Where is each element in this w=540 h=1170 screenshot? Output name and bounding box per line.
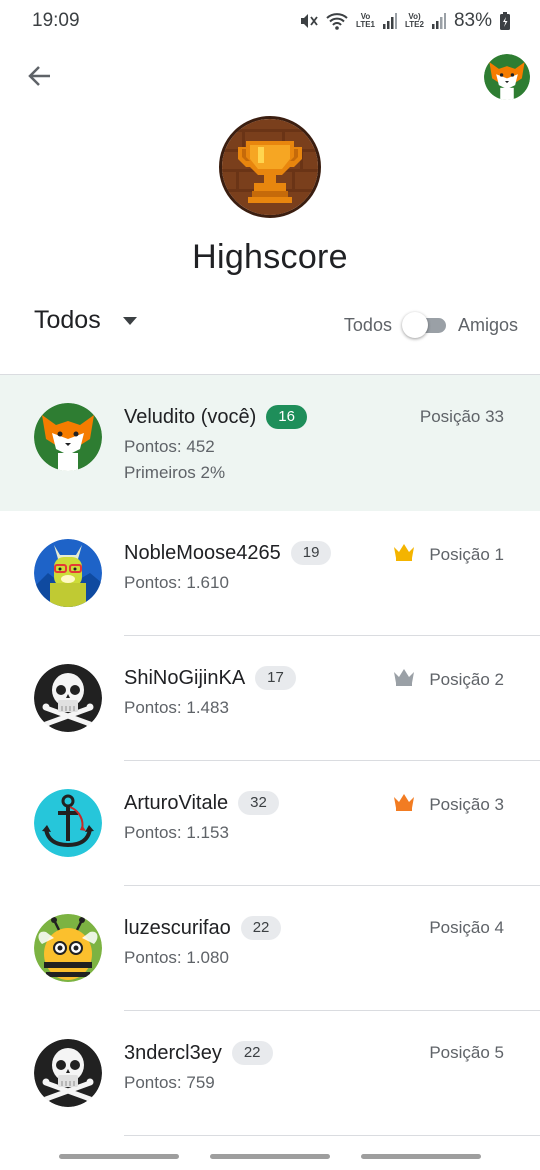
player-name-line: 3ndercl3ey 22	[124, 1041, 273, 1065]
status-icons: Vo LTE1 Vo) LTE2 83%	[298, 10, 510, 32]
player-rank: Posição 33	[420, 407, 504, 427]
nav-recents-button[interactable]	[59, 1154, 179, 1159]
leaderboard-row-current-user[interactable]: Veludito (você) 16 Pontos: 452 Primeiros…	[0, 375, 540, 511]
level-badge: 19	[290, 541, 332, 565]
player-rank: Posição 3	[393, 793, 504, 816]
leaderboard-list: Veludito (você) 16 Pontos: 452 Primeiros…	[0, 375, 540, 1136]
leaderboard-row[interactable]: NobleMoose4265 19 Pontos: 1.610 Posição …	[0, 511, 540, 636]
bee-avatar-icon	[34, 914, 102, 982]
silver-crown-icon	[393, 668, 415, 691]
lte1-bottom-label: LTE1	[356, 20, 375, 29]
player-name-line: luzescurifao 22	[124, 916, 282, 940]
friends-toggle-group: Todos Amigos	[344, 310, 518, 340]
dropdown-arrow-icon	[122, 312, 137, 330]
battery-percentage: 83%	[453, 10, 492, 31]
llama-avatar	[34, 539, 102, 607]
skull-avatar	[34, 1039, 102, 1107]
player-rank: Posição 5	[429, 1043, 504, 1063]
leaderboard-row[interactable]: luzescurifao 22 Pontos: 1.080 Posição 4	[0, 886, 540, 1011]
player-name: luzescurifao	[124, 916, 231, 939]
anchor-avatar-icon	[34, 789, 102, 857]
player-points: Pontos: 1.610	[124, 573, 229, 592]
leaderboard-row[interactable]: 3ndercl3ey 22 Pontos: 759 Posição 5	[0, 1011, 540, 1136]
rank-label: Posição 33	[419, 407, 504, 426]
anchor-avatar	[34, 789, 102, 857]
system-navigation-bar	[0, 1148, 540, 1170]
rank-label: Posição 4	[429, 918, 504, 937]
player-percentile: Primeiros 2%	[124, 463, 226, 482]
bee-avatar	[34, 914, 102, 982]
player-name-line: ArturoVitale 32	[124, 791, 279, 815]
level-badge: 17	[255, 666, 296, 690]
player-name: ShiNoGijinKA	[124, 666, 246, 689]
player-name: 3ndercl3ey	[124, 1041, 222, 1064]
toggle-label-all: Todos	[343, 314, 392, 335]
player-name-line: NobleMoose4265 19	[124, 541, 332, 565]
signal-2-icon	[431, 13, 446, 29]
player-name-line: Veludito (você) 16	[124, 405, 307, 429]
toggle-label-friends: Amigos	[457, 314, 518, 335]
arrow-back-icon	[27, 63, 53, 94]
rank-label: Posição 1	[429, 544, 504, 564]
pixel-trophy-icon	[222, 119, 318, 215]
wifi-icon	[326, 11, 348, 31]
level-badge: 16	[266, 405, 307, 429]
player-name: NobleMoose4265	[124, 541, 281, 564]
leaderboard-row[interactable]: ArturoVitale 32 Pontos: 1.153 Posição 3	[0, 761, 540, 886]
player-points: Pontos: 452	[124, 437, 215, 456]
status-bar: 19:09 Vo LTE1 Vo) LTE2 83%	[0, 0, 540, 42]
back-button[interactable]	[20, 58, 60, 98]
skull-avatar	[34, 664, 102, 732]
fox-avatar-icon	[484, 54, 530, 100]
switch-thumb	[401, 312, 428, 338]
player-rank: Posição 1	[393, 543, 504, 566]
rank-label: Posição 2	[429, 669, 504, 689]
gold-crown-icon	[393, 543, 415, 566]
row-divider	[124, 1135, 540, 1136]
page-title: Highscore	[192, 238, 348, 276]
rank-label: Posição 3	[429, 794, 504, 814]
player-points: Pontos: 1.153	[124, 823, 229, 842]
nav-back-button[interactable]	[361, 1154, 481, 1159]
bronze-crown-icon	[393, 793, 415, 816]
player-points: Pontos: 759	[124, 1073, 215, 1092]
player-name-line: ShiNoGijinKA 17	[124, 666, 296, 690]
level-badge: 22	[240, 916, 282, 940]
player-name: Veludito (você)	[124, 405, 257, 428]
level-badge: 32	[238, 791, 279, 815]
account-avatar[interactable]	[484, 54, 530, 100]
llama-avatar-icon	[34, 539, 102, 607]
trophy-image	[219, 116, 321, 218]
skull-avatar-icon	[34, 1039, 102, 1107]
level-badge: 22	[231, 1041, 273, 1065]
skull-avatar-icon	[34, 664, 102, 732]
battery-charging-icon	[500, 12, 510, 30]
status-time: 19:09	[32, 10, 80, 31]
rank-label: Posição 5	[429, 1043, 504, 1062]
player-rank: Posição 4	[429, 918, 504, 938]
player-points: Pontos: 1.483	[124, 698, 229, 717]
nav-home-button[interactable]	[210, 1154, 330, 1159]
volte-lte2-icon: Vo) LTE2	[405, 13, 424, 29]
signal-1-icon	[383, 13, 397, 29]
mute-icon	[298, 11, 318, 31]
leaderboard-row[interactable]: ShiNoGijinKA 17 Pontos: 1.483 Posição 2	[0, 636, 540, 761]
player-name: ArturoVitale	[124, 791, 229, 814]
scope-dropdown-value: Todos	[34, 306, 101, 334]
player-rank: Posição 2	[393, 668, 504, 691]
fox-avatar	[34, 403, 102, 471]
fox-avatar-icon	[34, 403, 102, 471]
lte2-bottom-label: LTE2	[405, 20, 424, 29]
player-points: Pontos: 1.080	[124, 948, 229, 967]
scope-dropdown[interactable]: Todos	[34, 306, 137, 335]
volte-lte1-icon: Vo LTE1	[356, 13, 375, 29]
friends-toggle-switch[interactable]	[401, 310, 448, 340]
